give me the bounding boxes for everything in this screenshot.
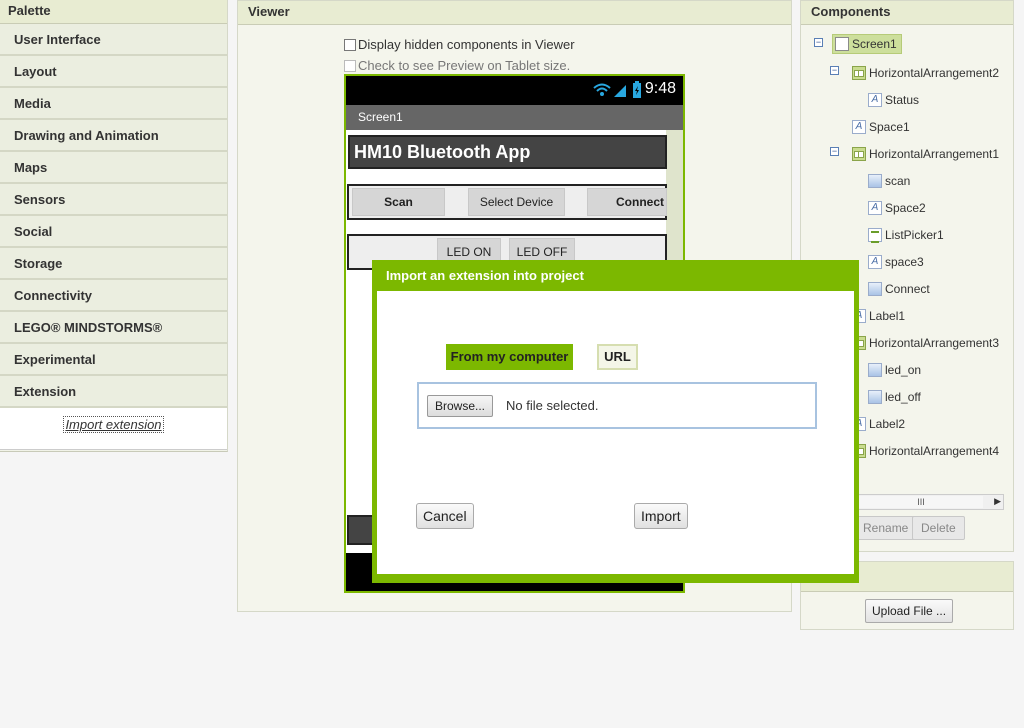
tree-label: Connect	[885, 282, 930, 296]
tablet-preview-label: Check to see Preview on Tablet size.	[358, 58, 571, 73]
tree-item-horizontalarrangement2[interactable]: HorizontalArrangement2	[852, 62, 999, 84]
collapse-ha1-icon[interactable]: −	[830, 147, 839, 156]
collapse-ha2-icon[interactable]: −	[830, 66, 839, 75]
tree-item-led-on[interactable]: led_on	[868, 359, 921, 381]
tree-item-screen1-selected: Screen1	[832, 34, 902, 54]
tree-label: HorizontalArrangement3	[869, 336, 1000, 350]
scroll-right-icon[interactable]: ▶	[994, 496, 1001, 507]
file-input-box: Browse... No file selected.	[417, 382, 817, 429]
tree-item-scan[interactable]: scan	[868, 170, 910, 192]
palette-item-layout[interactable]: Layout	[0, 56, 227, 88]
tree-label: HorizontalArrangement1	[869, 147, 1000, 161]
components-header: Components	[801, 1, 1013, 25]
palette-item-connectivity[interactable]: Connectivity	[0, 280, 227, 312]
button-icon	[868, 282, 882, 296]
dialog-body: From my computer URL Browse... No file s…	[377, 291, 854, 574]
palette-item-experimental[interactable]: Experimental	[0, 344, 227, 376]
tab-from-my-computer[interactable]: From my computer	[446, 344, 573, 370]
label-icon: A	[852, 120, 866, 134]
tree-item-label2[interactable]: A Label2	[852, 413, 905, 435]
tree-label: Label1	[869, 309, 906, 323]
tree-label: Status	[885, 93, 920, 107]
delete-button[interactable]: Delete	[912, 516, 965, 540]
button-icon	[868, 174, 882, 188]
palette-item-user-interface[interactable]: User Interface	[0, 24, 227, 56]
palette-item-sensors[interactable]: Sensors	[0, 184, 227, 216]
palette-item-lego-mindstorms[interactable]: LEGO® MINDSTORMS®	[0, 312, 227, 344]
display-hidden-option: Display hidden components in Viewer	[344, 37, 575, 52]
import-extension-area: Import extension	[0, 408, 227, 450]
tree-label: ListPicker1	[885, 228, 944, 242]
tree-item-horizontalarrangement4[interactable]: HorizontalArrangement4	[852, 440, 999, 462]
tree-label: led_on	[885, 363, 922, 377]
phone-status-bar: 9:48	[346, 76, 683, 105]
horizontal-arrangement-icon	[852, 147, 866, 161]
listpicker-icon	[868, 228, 882, 243]
button-row[interactable]: Scan Select Device Connect	[347, 184, 667, 220]
wifi-signal-icon	[593, 83, 626, 97]
tree-label: scan	[885, 174, 911, 188]
collapse-screen1-icon[interactable]: −	[814, 38, 823, 47]
palette-item-storage[interactable]: Storage	[0, 248, 227, 280]
import-button[interactable]: Import	[634, 503, 688, 529]
tree-label: Space2	[885, 201, 926, 215]
cancel-button[interactable]: Cancel	[416, 503, 474, 529]
no-file-selected-text: No file selected.	[506, 398, 599, 413]
scrollbar-thumb[interactable]: III	[859, 496, 983, 508]
label-icon: A	[868, 255, 882, 269]
tree-label: HorizontalArrangement4	[869, 444, 1000, 458]
viewer-header: Viewer	[238, 1, 791, 25]
palette-panel: Palette User Interface Layout Media Draw…	[0, 0, 228, 452]
tree-label: led_off	[885, 390, 921, 404]
tree-label: Label2	[869, 417, 906, 431]
button-icon	[868, 390, 882, 404]
tree-label: Screen1	[852, 37, 897, 51]
tree-label: HorizontalArrangement2	[869, 66, 1000, 80]
tablet-preview-option: Check to see Preview on Tablet size.	[344, 58, 570, 73]
display-hidden-checkbox[interactable]	[344, 38, 356, 51]
palette-item-maps[interactable]: Maps	[0, 152, 227, 184]
connect-button[interactable]: Connect	[587, 188, 667, 216]
palette-item-social[interactable]: Social	[0, 216, 227, 248]
phone-screen-title: Screen1	[346, 105, 683, 130]
upload-file-button[interactable]: Upload File ...	[865, 599, 954, 623]
palette-item-drawing-animation[interactable]: Drawing and Animation	[0, 120, 227, 152]
tree-item-listpicker1[interactable]: ListPicker1	[868, 224, 944, 246]
tree-label: Space1	[869, 120, 910, 134]
phone-clock: 9:48	[644, 80, 676, 97]
label-icon: A	[868, 93, 882, 107]
screen-icon	[835, 37, 849, 51]
display-hidden-label: Display hidden components in Viewer	[358, 37, 575, 52]
tree-item-connect[interactable]: Connect	[868, 278, 930, 300]
scan-button[interactable]: Scan	[352, 188, 445, 216]
dialog-title: Import an extension into project	[386, 268, 584, 283]
tree-label: space3	[885, 255, 924, 269]
tree-item-horizontalarrangement1[interactable]: HorizontalArrangement1	[852, 143, 999, 165]
palette-item-media[interactable]: Media	[0, 88, 227, 120]
horizontal-arrangement-icon	[852, 66, 866, 80]
components-horizontal-scrollbar[interactable]: III ▶	[858, 494, 1004, 510]
tab-url[interactable]: URL	[597, 344, 638, 370]
tree-item-space2[interactable]: A Space2	[868, 197, 926, 219]
palette-item-extension[interactable]: Extension	[0, 376, 227, 408]
browse-button[interactable]: Browse...	[427, 395, 494, 417]
tree-item-status[interactable]: A Status	[868, 89, 919, 111]
select-device-button[interactable]: Select Device	[468, 188, 565, 216]
import-extension-link[interactable]: Import extension	[63, 416, 164, 433]
tree-item-space1[interactable]: A Space1	[852, 116, 910, 138]
tree-item-space3[interactable]: A space3	[868, 251, 924, 273]
tree-item-led-off[interactable]: led_off	[868, 386, 921, 408]
palette-header: Palette	[0, 0, 227, 24]
label-icon: A	[868, 201, 882, 215]
rename-button[interactable]: Rename	[854, 516, 918, 540]
tablet-preview-checkbox[interactable]	[344, 59, 356, 72]
button-icon	[868, 363, 882, 377]
tree-item-label1[interactable]: A Label1	[852, 305, 905, 327]
import-extension-dialog: Import an extension into project From my…	[372, 260, 859, 583]
battery-icon	[633, 81, 641, 98]
tree-item-screen1[interactable]: Screen1	[832, 33, 902, 55]
app-title-label[interactable]: HM10 Bluetooth App	[348, 135, 667, 169]
tree-item-horizontalarrangement3[interactable]: HorizontalArrangement3	[852, 332, 999, 354]
